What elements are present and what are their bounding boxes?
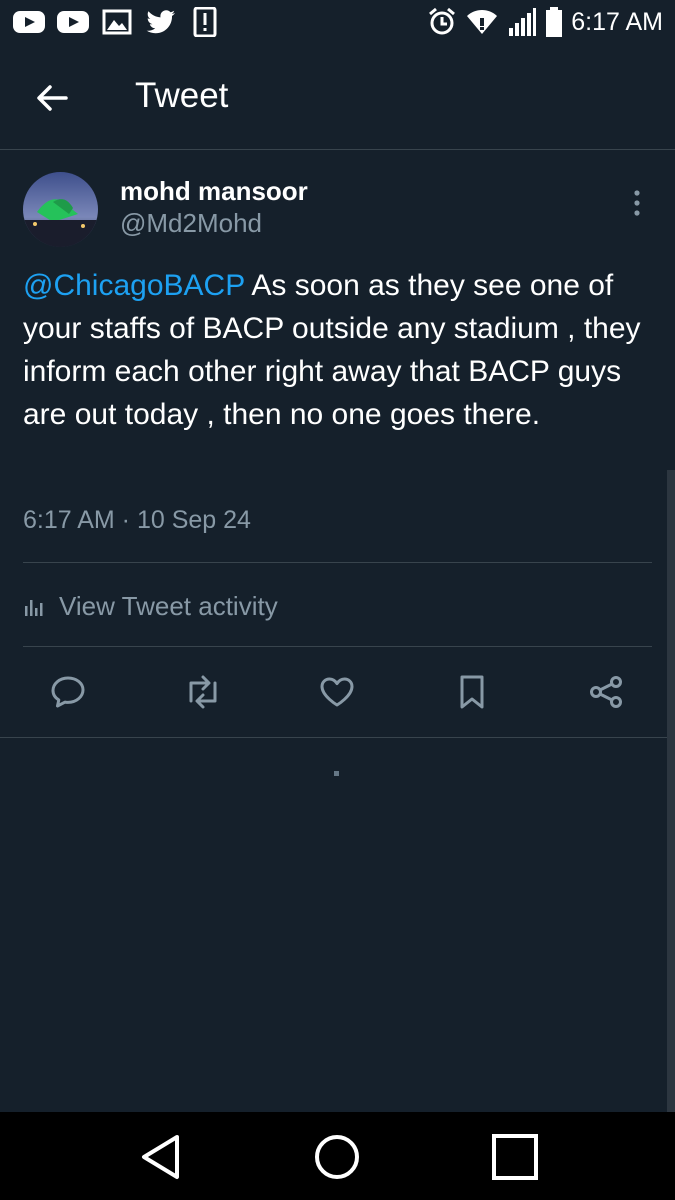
home-circle-icon[interactable] bbox=[312, 1132, 362, 1182]
youtube-icon bbox=[13, 11, 45, 33]
image-icon bbox=[102, 9, 132, 35]
mention-link[interactable]: @ChicagoBACP bbox=[23, 269, 245, 302]
page-title: Tweet bbox=[135, 76, 229, 115]
avatar[interactable] bbox=[23, 172, 98, 247]
scrollbar[interactable] bbox=[667, 470, 675, 1112]
system-icons: 6:17 AM bbox=[427, 6, 663, 38]
alarm-icon bbox=[429, 7, 456, 35]
tweet-actions bbox=[0, 668, 675, 716]
wifi-icon bbox=[467, 10, 498, 34]
reply-button[interactable] bbox=[46, 668, 90, 716]
view-tweet-activity-button[interactable]: View Tweet activity bbox=[23, 588, 278, 624]
back-triangle-icon[interactable] bbox=[136, 1132, 186, 1182]
divider bbox=[23, 646, 652, 647]
notification-icons bbox=[12, 7, 222, 37]
app-header: Tweet bbox=[0, 46, 675, 150]
divider bbox=[23, 562, 652, 563]
status-time: 6:17 AM bbox=[571, 7, 663, 36]
like-icon bbox=[320, 677, 354, 707]
share-icon bbox=[590, 676, 622, 708]
reply-icon bbox=[51, 676, 85, 708]
author-display-name[interactable]: mohd mansoor bbox=[120, 176, 308, 207]
tweet-text: @ChicagoBACP As soon as they see one of … bbox=[23, 264, 653, 436]
battery-icon bbox=[546, 7, 563, 37]
more-options-icon[interactable] bbox=[626, 188, 648, 218]
view-tweet-activity-label: View Tweet activity bbox=[59, 590, 278, 621]
status-bar: 6:17 AM bbox=[0, 0, 675, 46]
avatar-image bbox=[23, 172, 98, 247]
recents-square-icon[interactable] bbox=[490, 1132, 540, 1182]
share-button[interactable] bbox=[584, 668, 628, 716]
retweet-icon bbox=[189, 675, 217, 709]
twitter-icon bbox=[146, 10, 175, 34]
author-handle[interactable]: @Md2Mohd bbox=[120, 208, 262, 239]
arrow-left-icon[interactable] bbox=[32, 78, 72, 118]
divider bbox=[0, 737, 675, 738]
like-button[interactable] bbox=[315, 668, 359, 716]
bookmark-icon bbox=[460, 675, 484, 709]
bookmark-button[interactable] bbox=[450, 668, 494, 716]
bar-chart-icon bbox=[25, 600, 43, 616]
youtube-icon bbox=[57, 11, 89, 33]
tweet-timestamp: 6:17 AM · 10 Sep 24 bbox=[23, 506, 251, 534]
signal-icon bbox=[509, 8, 537, 36]
loading-indicator bbox=[334, 771, 339, 776]
retweet-button[interactable] bbox=[181, 668, 225, 716]
system-nav-bar bbox=[0, 1112, 675, 1200]
alert-icon bbox=[193, 7, 217, 37]
